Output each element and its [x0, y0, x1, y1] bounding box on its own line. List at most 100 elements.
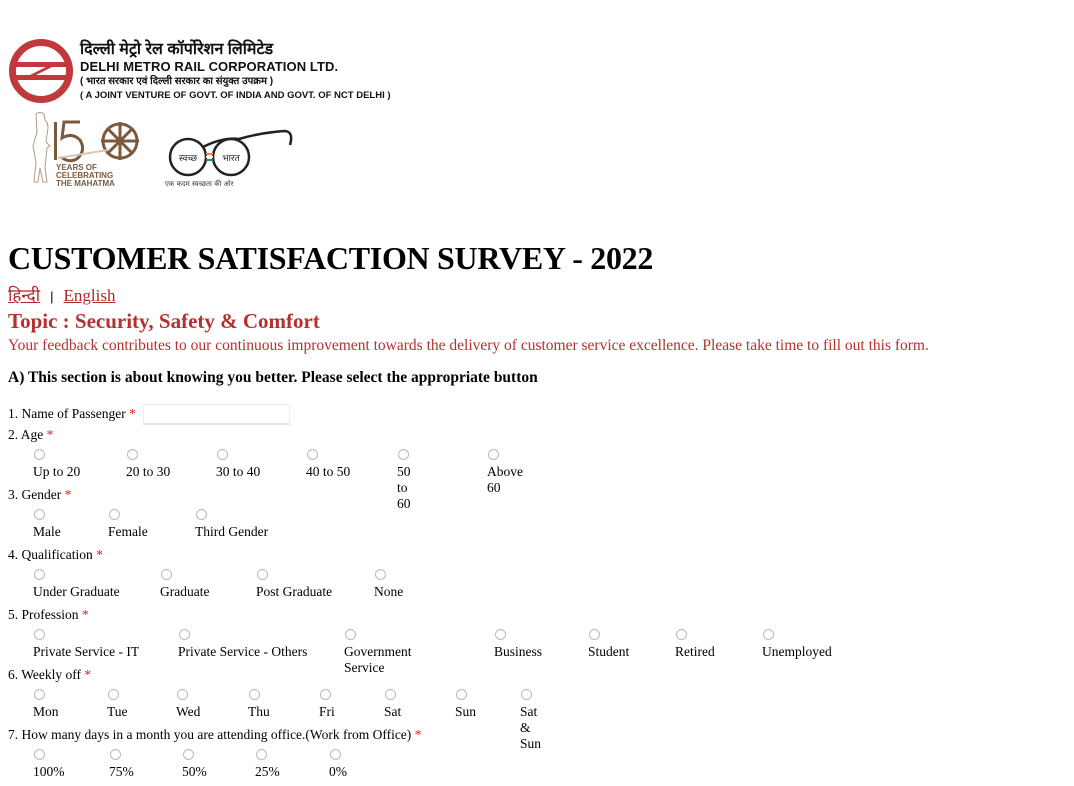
radio-button[interactable] [589, 629, 600, 640]
radio-option[interactable]: Post Graduate [256, 565, 332, 600]
radio-button[interactable] [456, 689, 467, 700]
radio-option[interactable]: 20 to 30 [126, 445, 170, 480]
radio-button[interactable] [34, 749, 45, 760]
radio-option[interactable]: Wed [176, 685, 200, 720]
radio-option[interactable]: Under Graduate [33, 565, 120, 600]
radio-label: 25% [255, 764, 280, 779]
question-label: 4. Qualification [8, 547, 93, 562]
radio-option[interactable]: Mon [33, 685, 59, 720]
swachh-bharat-glasses-icon: स्वच्छ भारत [168, 129, 293, 177]
radio-button[interactable] [676, 629, 687, 640]
radio-option[interactable]: 50 to 60 [397, 445, 421, 512]
question-label: 3. Gender [8, 487, 62, 502]
radio-label: Male [33, 524, 61, 539]
radio-label: 100% [33, 764, 65, 779]
radio-button[interactable] [521, 689, 532, 700]
radio-option[interactable]: Student [588, 625, 629, 660]
radio-option[interactable]: Sun [455, 685, 476, 720]
radio-option[interactable]: 30 to 40 [216, 445, 260, 480]
question-label: 1. Name of Passenger [8, 406, 126, 421]
question-office-attendance: 7. How many days in a month you are atte… [8, 724, 421, 784]
radio-button[interactable] [179, 629, 190, 640]
radio-button[interactable] [763, 629, 774, 640]
lang-english-link[interactable]: English [64, 286, 116, 305]
radio-button[interactable] [34, 689, 45, 700]
radio-label: 30 to 40 [216, 464, 261, 479]
required-asterisk: * [46, 427, 54, 442]
radio-option[interactable]: Private Service - IT [33, 625, 139, 660]
radio-button[interactable] [256, 749, 267, 760]
radio-button[interactable] [127, 449, 138, 460]
question-profession: 5. Profession * Private Service - IT Priva… [8, 604, 832, 675]
lang-hindi-link[interactable]: हिन्दी [8, 286, 40, 305]
swachh-tagline: एक कदम स्वच्छता की ओर [165, 180, 234, 188]
question-label: 5. Profession [8, 607, 79, 622]
radio-option[interactable]: Male [33, 505, 61, 540]
question-name: 1. Name of Passenger * [8, 403, 421, 426]
radio-button[interactable] [345, 629, 356, 640]
radio-button[interactable] [108, 689, 119, 700]
radio-button[interactable] [161, 569, 172, 580]
radio-option[interactable]: Tue [107, 685, 128, 720]
radio-option[interactable]: Fri [319, 685, 335, 720]
radio-option[interactable]: None [374, 565, 403, 600]
question-gender: 3. Gender * Male Female Third Gender [8, 484, 421, 544]
lang-separator: | [50, 289, 54, 304]
radio-label: Wed [176, 704, 201, 719]
radio-button[interactable] [34, 569, 45, 580]
radio-option[interactable]: Third Gender [195, 505, 268, 540]
radio-button[interactable] [177, 689, 188, 700]
radio-button[interactable] [196, 509, 207, 520]
radio-label: Sun [455, 704, 477, 719]
intro-text: Your feedback contributes to our continu… [8, 337, 929, 354]
radio-option[interactable]: 40 to 50 [306, 445, 350, 480]
radio-button[interactable] [320, 689, 331, 700]
topic-heading: Topic : Security, Safety & Comfort [8, 309, 320, 333]
radio-button[interactable] [34, 449, 45, 460]
radio-button[interactable] [34, 629, 45, 640]
required-asterisk: * [84, 667, 92, 682]
radio-option[interactable]: Graduate [160, 565, 209, 600]
radio-option[interactable]: Sat [384, 685, 401, 720]
badges: YEARS OF CELEBRATING THE MAHATMA स्वच्छ … [28, 110, 295, 192]
radio-option[interactable]: 50% [182, 745, 207, 780]
radio-option[interactable]: Sat & Sun [520, 685, 541, 752]
radio-button[interactable] [109, 509, 120, 520]
radio-option[interactable]: Business [494, 625, 542, 660]
passenger-name-input[interactable] [143, 404, 291, 426]
radio-button[interactable] [330, 749, 341, 760]
radio-button[interactable] [398, 449, 409, 460]
radio-option[interactable]: Female [108, 505, 148, 540]
radio-option[interactable]: Above 60 [487, 445, 523, 496]
radio-label: Tue [107, 704, 128, 719]
radio-button[interactable] [217, 449, 228, 460]
radio-option[interactable]: Thu [248, 685, 270, 720]
radio-option[interactable]: 100% [33, 745, 65, 780]
radio-button[interactable] [183, 749, 194, 760]
question-header: 4. Qualification * [8, 544, 421, 565]
radio-option[interactable]: 0% [329, 745, 347, 780]
radio-option[interactable]: Unemployed [762, 625, 832, 660]
radio-button[interactable] [385, 689, 396, 700]
radio-option[interactable]: 75% [109, 745, 134, 780]
required-asterisk: * [129, 406, 136, 421]
radio-button[interactable] [307, 449, 318, 460]
radio-option[interactable]: Retired [675, 625, 715, 660]
radio-label: Post Graduate [256, 584, 333, 599]
required-asterisk: * [96, 547, 103, 562]
radio-label: Female [108, 524, 148, 539]
radio-button[interactable] [34, 509, 45, 520]
radio-button[interactable] [488, 449, 499, 460]
radio-option[interactable]: 25% [255, 745, 280, 780]
swachh-left-lens-text: स्वच्छ [179, 154, 198, 164]
radio-button[interactable] [249, 689, 260, 700]
radio-button[interactable] [495, 629, 506, 640]
radio-option[interactable]: Government Service [344, 625, 421, 676]
radio-option[interactable]: Private Service - Others [178, 625, 307, 660]
radio-button[interactable] [110, 749, 121, 760]
radio-button[interactable] [257, 569, 268, 580]
radio-label: Sat & Sun [520, 704, 542, 751]
radio-option[interactable]: Up to 20 [33, 445, 80, 480]
radio-label: Private Service - IT [33, 644, 140, 659]
radio-button[interactable] [375, 569, 386, 580]
